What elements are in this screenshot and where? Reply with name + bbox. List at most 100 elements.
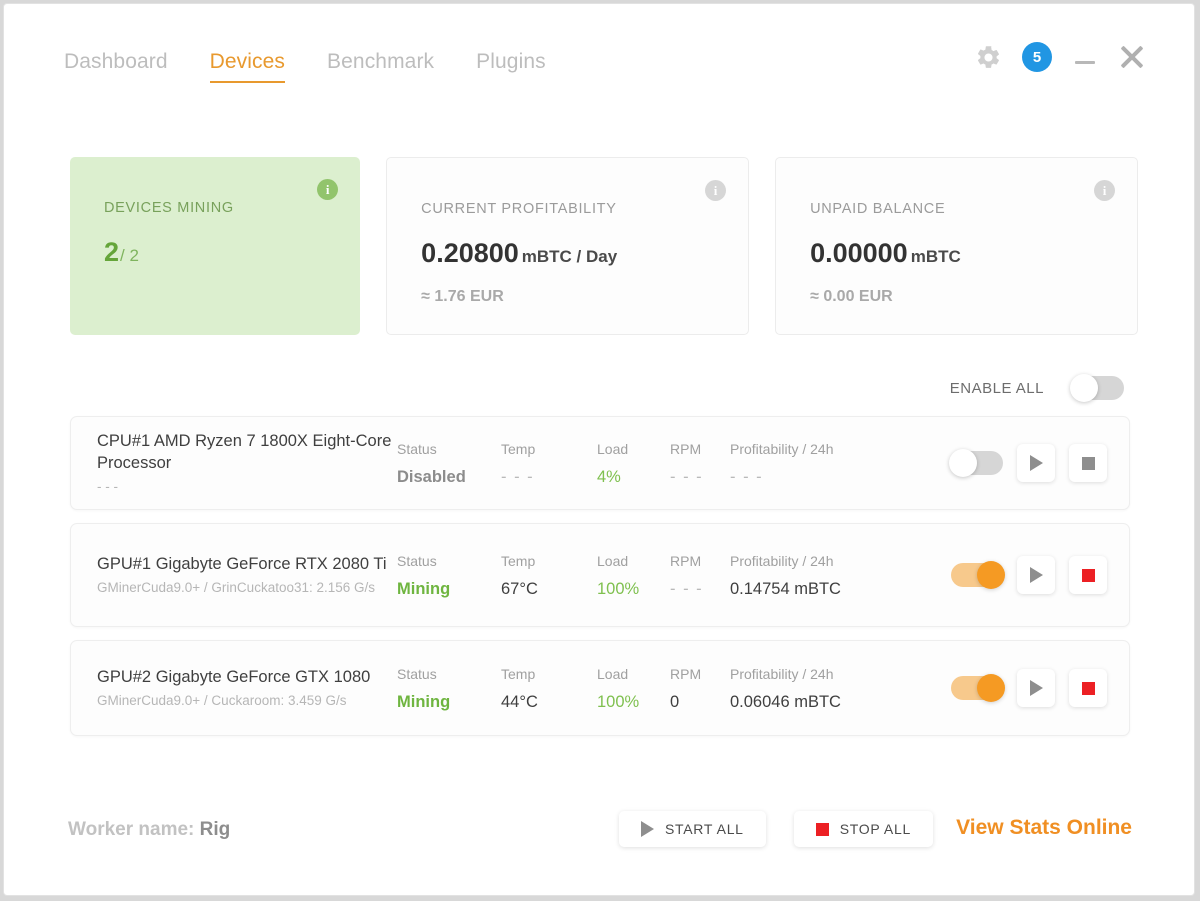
device-status-value: Mining xyxy=(397,579,501,599)
device-name: GPU#2 Gigabyte GeForce GTX 1080 xyxy=(97,666,397,688)
card-value: 0.00000mBTC xyxy=(810,238,1111,269)
device-status-value: Disabled xyxy=(397,467,501,487)
column-label-status: Status xyxy=(397,552,501,570)
column-label-temp: Temp xyxy=(501,552,597,570)
device-list: CPU#1 AMD Ryzen 7 1800X Eight-Core Proce… xyxy=(70,416,1130,749)
card-value-number: 0.00000 xyxy=(810,238,908,268)
card-unpaid-balance: i UNPAID BALANCE 0.00000mBTC ≈ 0.00 EUR xyxy=(775,157,1138,335)
row-controls xyxy=(951,556,1107,594)
stop-button[interactable] xyxy=(1069,444,1107,482)
minimize-button[interactable] xyxy=(1072,44,1098,70)
start-all-button[interactable]: START ALL xyxy=(619,811,766,847)
enable-all-label: ENABLE ALL xyxy=(950,380,1044,397)
device-info: GPU#2 Gigabyte GeForce GTX 1080 GMinerCu… xyxy=(97,666,397,710)
stop-button[interactable] xyxy=(1069,669,1107,707)
device-rpm-value: 0 xyxy=(670,692,730,712)
column-label-profitability: Profitability / 24h xyxy=(730,665,890,683)
tab-plugins[interactable]: Plugins xyxy=(476,50,546,81)
notification-badge[interactable]: 5 xyxy=(1022,42,1052,72)
table-row[interactable]: CPU#1 AMD Ryzen 7 1800X Eight-Core Proce… xyxy=(70,416,1130,510)
info-icon[interactable]: i xyxy=(705,180,726,201)
tab-dashboard[interactable]: Dashboard xyxy=(64,50,168,81)
column-label-load: Load xyxy=(597,440,670,458)
device-status: Status Disabled xyxy=(397,440,501,487)
device-info: GPU#1 Gigabyte GeForce RTX 2080 Ti GMine… xyxy=(97,553,397,597)
play-icon xyxy=(1030,567,1043,583)
row-controls xyxy=(951,444,1107,482)
column-label-profitability: Profitability / 24h xyxy=(730,440,890,458)
column-label-load: Load xyxy=(597,552,670,570)
device-load: Load 4% xyxy=(597,440,670,487)
device-temp: Temp - - - xyxy=(501,440,597,487)
start-button[interactable] xyxy=(1017,556,1055,594)
device-load-value: 100% xyxy=(597,579,670,599)
column-label-temp: Temp xyxy=(501,665,597,683)
card-value-unit: mBTC xyxy=(911,247,961,266)
toggle-knob xyxy=(1070,374,1098,402)
stop-all-label: STOP ALL xyxy=(840,821,911,837)
stop-button[interactable] xyxy=(1069,556,1107,594)
card-title: CURRENT PROFITABILITY xyxy=(421,201,722,217)
close-icon[interactable] xyxy=(1118,43,1146,71)
device-status: Status Mining xyxy=(397,552,501,599)
column-label-profitability: Profitability / 24h xyxy=(730,552,890,570)
app-window: Dashboard Devices Benchmark Plugins 5 i … xyxy=(3,3,1195,896)
device-temp-value: - - - xyxy=(501,467,597,487)
device-profitability: Profitability / 24h 0.06046 mBTC xyxy=(730,665,890,712)
toggle-knob xyxy=(977,674,1005,702)
device-enable-toggle[interactable] xyxy=(951,676,1003,700)
enable-all-toggle[interactable] xyxy=(1072,376,1124,400)
device-algo: - - - xyxy=(97,478,397,496)
device-info: CPU#1 AMD Ryzen 7 1800X Eight-Core Proce… xyxy=(97,430,397,496)
window-controls: 5 xyxy=(975,42,1146,72)
gear-icon[interactable] xyxy=(975,44,1002,71)
card-subvalue: ≈ 0.00 EUR xyxy=(810,288,1111,306)
device-status: Status Mining xyxy=(397,665,501,712)
card-subvalue: ≈ 1.76 EUR xyxy=(421,288,722,306)
tab-benchmark[interactable]: Benchmark xyxy=(327,50,434,81)
play-icon xyxy=(641,821,654,837)
device-enable-toggle[interactable] xyxy=(951,451,1003,475)
device-enable-toggle[interactable] xyxy=(951,563,1003,587)
device-profitability: Profitability / 24h 0.14754 mBTC xyxy=(730,552,890,599)
play-icon xyxy=(1030,455,1043,471)
card-value-unit: mBTC / Day xyxy=(522,247,617,266)
worker-name-value: Rig xyxy=(200,819,231,840)
device-algo: GMinerCuda9.0+ / Cuckaroom: 3.459 G/s xyxy=(97,692,397,710)
table-row[interactable]: GPU#2 Gigabyte GeForce GTX 1080 GMinerCu… xyxy=(70,640,1130,736)
start-button[interactable] xyxy=(1017,669,1055,707)
card-value: 2/ 2 xyxy=(104,237,334,268)
table-row[interactable]: GPU#1 Gigabyte GeForce RTX 2080 Ti GMine… xyxy=(70,523,1130,627)
device-algo: GMinerCuda9.0+ / GrinCuckatoo31: 2.156 G… xyxy=(97,579,397,597)
device-load: Load 100% xyxy=(597,552,670,599)
info-icon[interactable]: i xyxy=(317,179,338,200)
column-label-rpm: RPM xyxy=(670,440,730,458)
device-profitability-value: 0.14754 mBTC xyxy=(730,579,890,599)
column-label-temp: Temp xyxy=(501,440,597,458)
row-controls xyxy=(951,669,1107,707)
card-title: UNPAID BALANCE xyxy=(810,201,1111,217)
device-load: Load 100% xyxy=(597,665,670,712)
device-temp-value: 44°C xyxy=(501,692,597,712)
device-profitability-value: 0.06046 mBTC xyxy=(730,692,890,712)
tab-devices[interactable]: Devices xyxy=(210,50,285,83)
device-temp: Temp 67°C xyxy=(501,552,597,599)
device-name: CPU#1 AMD Ryzen 7 1800X Eight-Core Proce… xyxy=(97,430,397,474)
device-profitability-value: - - - xyxy=(730,467,890,487)
view-stats-online-link[interactable]: View Stats Online xyxy=(956,816,1132,840)
device-rpm-value: - - - xyxy=(670,467,730,487)
card-value: 0.20800mBTC / Day xyxy=(421,238,722,269)
toggle-knob xyxy=(949,449,977,477)
start-all-label: START ALL xyxy=(665,821,744,837)
card-current-profitability: i CURRENT PROFITABILITY 0.20800mBTC / Da… xyxy=(386,157,749,335)
device-profitability: Profitability / 24h - - - xyxy=(730,440,890,487)
start-button[interactable] xyxy=(1017,444,1055,482)
app-footer: Worker name: Rig START ALL STOP ALL View… xyxy=(4,811,1194,855)
column-label-rpm: RPM xyxy=(670,552,730,570)
stop-all-button[interactable]: STOP ALL xyxy=(794,811,933,847)
summary-cards: i DEVICES MINING 2/ 2 i CURRENT PROFITAB… xyxy=(70,157,1138,335)
info-icon[interactable]: i xyxy=(1094,180,1115,201)
device-temp-value: 67°C xyxy=(501,579,597,599)
play-icon xyxy=(1030,680,1043,696)
device-rpm: RPM - - - xyxy=(670,440,730,487)
